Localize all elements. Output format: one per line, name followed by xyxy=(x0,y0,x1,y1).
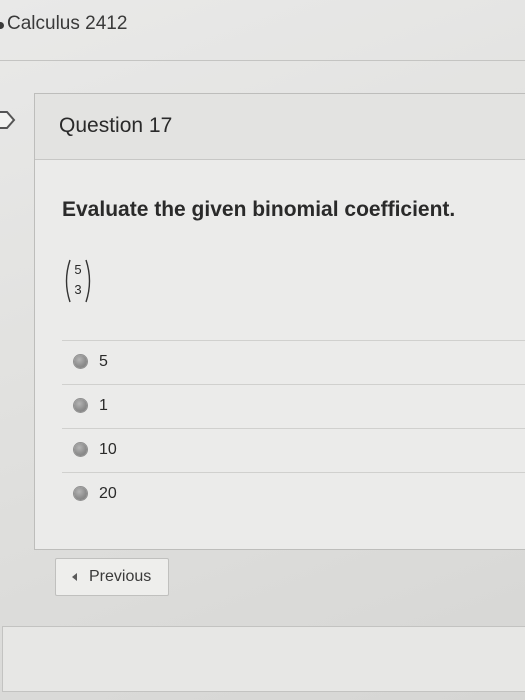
answer-label: 20 xyxy=(99,485,117,502)
radio-button[interactable] xyxy=(74,487,87,500)
answer-option[interactable]: 20 xyxy=(62,472,525,517)
bottom-panel xyxy=(2,626,525,692)
answer-label: 10 xyxy=(99,441,117,458)
radio-button[interactable] xyxy=(74,443,87,456)
question-marker-icon[interactable] xyxy=(0,110,16,130)
previous-button[interactable]: Previous xyxy=(55,558,169,596)
header-divider xyxy=(0,60,525,61)
question-header: Question 17 xyxy=(35,94,525,160)
course-header: Calculus 2412 xyxy=(0,0,525,58)
answer-label: 5 xyxy=(99,353,108,370)
answer-option[interactable]: 5 xyxy=(62,340,525,385)
answer-option[interactable]: 10 xyxy=(62,428,525,473)
previous-label: Previous xyxy=(89,568,152,585)
course-title: Calculus 2412 xyxy=(7,13,128,34)
radio-button[interactable] xyxy=(74,355,87,368)
radio-button[interactable] xyxy=(74,399,87,412)
answer-option[interactable]: 1 xyxy=(62,384,525,429)
question-prompt: Evaluate the given binomial coefficient. xyxy=(62,198,456,221)
binomial-bottom: 3 xyxy=(74,282,82,297)
question-panel: Question 17 Evaluate the given binomial … xyxy=(34,93,525,550)
caret-left-icon xyxy=(72,573,77,581)
question-title: Question 17 xyxy=(59,114,173,137)
answer-label: 1 xyxy=(99,397,108,414)
binomial-coefficient: 5 3 xyxy=(63,258,93,304)
bullet-icon xyxy=(0,22,4,29)
binomial-top: 5 xyxy=(74,262,82,277)
